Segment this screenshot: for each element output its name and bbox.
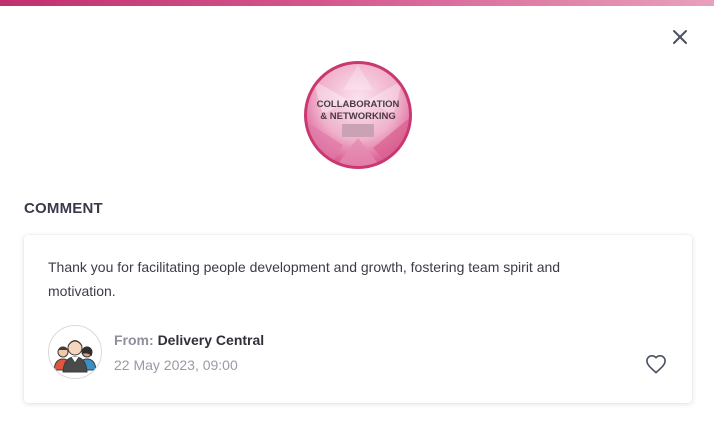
heart-icon	[646, 355, 666, 374]
comment-text: Thank you for facilitating people develo…	[48, 259, 561, 299]
badge-line1: COLLABORATION	[317, 99, 400, 110]
from-label: From:	[114, 332, 154, 348]
from-name[interactable]: Delivery Central	[158, 332, 265, 348]
comment-date: 22 May 2023, 09:00	[114, 357, 238, 373]
sender-avatar	[48, 325, 102, 379]
award-detail-modal: COLLABORATION & NETWORKING COMMENT Thank…	[0, 0, 714, 424]
close-icon	[673, 30, 687, 44]
from-line: From: Delivery Central	[114, 331, 264, 349]
comment-card: Thank you for facilitating people develo…	[24, 235, 692, 403]
badge-level-plate	[342, 124, 374, 137]
comment-section-title: COMMENT	[24, 200, 103, 217]
group-avatar-icon	[49, 326, 101, 378]
accent-bar	[0, 0, 714, 6]
award-badge-icon: COLLABORATION & NETWORKING	[304, 61, 412, 169]
badge-line2: & NETWORKING	[320, 111, 395, 122]
like-button[interactable]	[644, 352, 668, 376]
award-badge: COLLABORATION & NETWORKING	[303, 60, 413, 170]
close-button[interactable]	[668, 25, 692, 49]
